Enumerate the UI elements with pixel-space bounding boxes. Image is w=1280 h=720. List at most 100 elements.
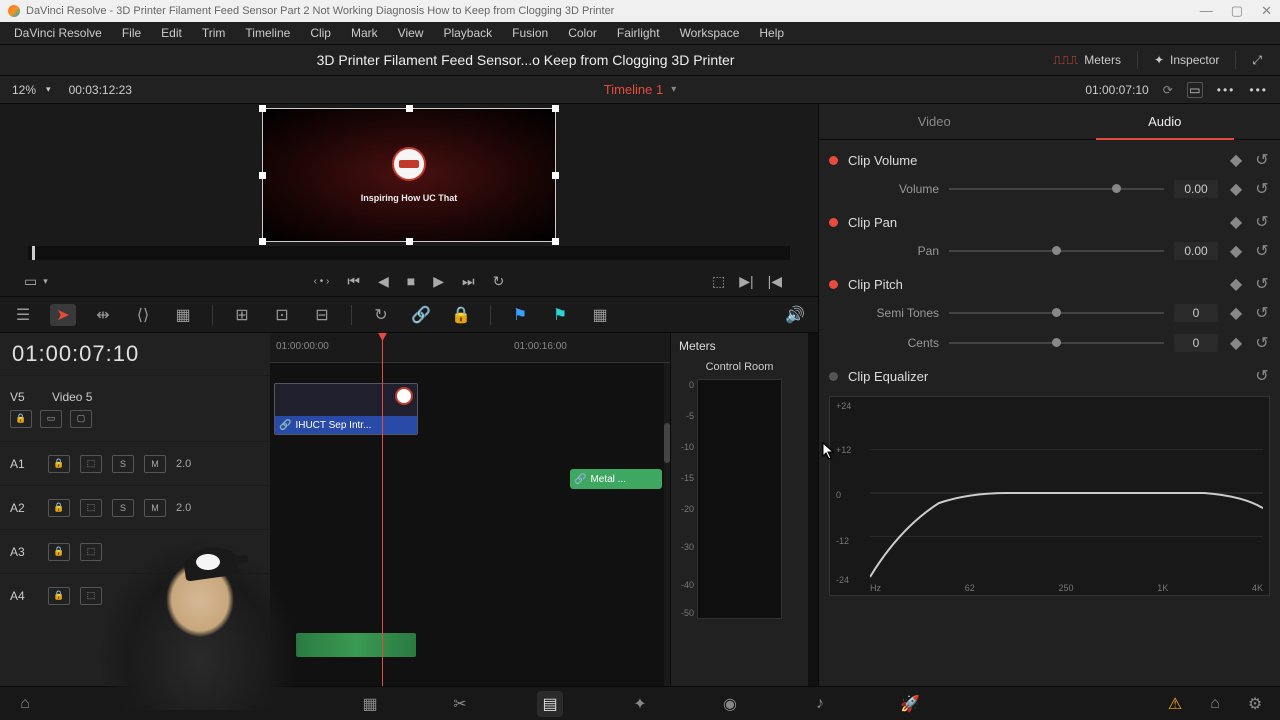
transform-handle[interactable] [552,238,559,245]
reset-icon[interactable]: ↺ [1254,305,1270,321]
track-lock-icon[interactable]: 🔒 [48,499,70,517]
expand-icon[interactable]: ⤢ [1242,50,1272,71]
track-record-icon[interactable]: ⬚ [80,543,102,561]
crop-icon[interactable]: ▭ [24,273,37,290]
transform-handle[interactable] [406,105,413,112]
transform-handle[interactable] [552,105,559,112]
insert-clip-icon[interactable]: ⊞ [229,304,255,326]
zoom-level[interactable]: 12% [12,83,36,97]
inspector-tab-audio[interactable]: Audio [1050,104,1280,139]
track-record-icon[interactable]: ⬚ [80,587,102,605]
fairlight-page-icon[interactable]: ♪ [807,691,833,717]
section-enable-dot[interactable] [829,156,838,165]
keyframe-icon[interactable]: ◆ [1228,276,1244,292]
track-lock-icon[interactable]: 🔒 [48,455,70,473]
media-page-icon[interactable]: ▦ [357,691,383,717]
timeline-scrollbar[interactable] [664,363,670,686]
viewer-scrubber[interactable] [28,246,790,260]
menu-mark[interactable]: Mark [341,26,388,40]
timeline-view-icon[interactable]: ☰ [10,304,36,326]
audio-waveform[interactable] [296,633,416,657]
arrow-tool-icon[interactable]: ➤ [50,304,76,326]
position-lock-icon[interactable]: 🔒 [448,304,474,326]
stop-button[interactable]: ■ [407,273,415,289]
single-viewer-icon[interactable]: ▭ [1187,82,1203,98]
audio-mute-icon[interactable]: 🔊 [782,304,808,326]
more-options-icon[interactable]: ••• [1249,83,1268,97]
track-mute-button[interactable]: M [144,499,166,517]
reset-icon[interactable]: ↺ [1254,214,1270,230]
menu-trim[interactable]: Trim [192,26,236,40]
track-visibility-icon[interactable]: ▢ [70,410,92,428]
section-enable-dot[interactable] [829,372,838,381]
track-header-a2[interactable]: A2 🔒 ⬚ S M 2.0 [0,485,270,529]
minimize-icon[interactable]: — [1200,3,1213,19]
retime-icon[interactable]: ↻ [368,304,394,326]
snap-icon[interactable]: ▦ [587,304,613,326]
track-header-v5[interactable]: V5 Video 5 🔒 ▭ ▢ [0,375,270,441]
match-frame-icon[interactable]: ⬚ [712,273,725,290]
timeline-ruler[interactable]: 01:00:00:00 01:00:16:00 [270,333,670,363]
section-enable-dot[interactable] [829,280,838,289]
inspector-toggle-button[interactable]: ✦ Inspector [1144,50,1229,70]
transform-handle[interactable] [552,172,559,179]
prev-marker-icon[interactable]: ‹ • › [314,276,330,287]
track-record-icon[interactable]: ⬚ [80,455,102,473]
last-frame-button[interactable]: ▶| [739,273,753,290]
transform-dropdown-icon[interactable]: ▾ [43,276,48,287]
video-clip[interactable]: 🔗 IHUCT Sep Intr... [274,383,418,435]
fusion-page-icon[interactable]: ✦ [627,691,653,717]
inspector-tab-video[interactable]: Video [819,104,1050,139]
audio-clip[interactable]: 🔗 Metal ... [570,469,662,489]
track-record-icon[interactable]: ⬚ [80,499,102,517]
cut-page-icon[interactable]: ✂ [447,691,473,717]
next-edit-button[interactable]: |◀ [768,273,782,290]
reset-icon[interactable]: ↺ [1254,368,1270,384]
track-solo-button[interactable]: S [112,455,134,473]
semitones-slider[interactable] [949,312,1164,314]
bypass-icon[interactable]: ⟳ [1163,83,1173,97]
track-solo-button[interactable]: S [112,499,134,517]
menu-workspace[interactable]: Workspace [670,26,750,40]
transform-handle[interactable] [259,105,266,112]
step-back-button[interactable]: ◀ [378,273,389,290]
play-button[interactable]: ▶ [433,273,444,290]
options-icon[interactable]: ••• [1217,83,1236,97]
timeline-dropdown-icon[interactable]: ▾ [671,84,676,95]
meters-toggle-button[interactable]: ⎍⎍⎍ Meters [1043,50,1131,71]
timeline-name[interactable]: Timeline 1 [604,82,663,97]
menu-playback[interactable]: Playback [433,26,502,40]
menu-file[interactable]: File [112,26,151,40]
scrubber-playhead[interactable] [32,246,35,260]
transform-handle[interactable] [259,172,266,179]
reset-icon[interactable]: ↺ [1254,335,1270,351]
maximize-icon[interactable]: ▢ [1231,3,1243,19]
blade-tool-icon[interactable]: ▦ [170,304,196,326]
link-icon[interactable]: 🔗 [408,304,434,326]
settings-icon[interactable]: ⚙ [1242,691,1268,717]
eq-graph[interactable]: +24 +12 0 -12 -24 [829,396,1270,596]
zoom-dropdown-icon[interactable]: ▾ [46,84,51,95]
semitones-value[interactable]: 0 [1174,304,1218,322]
deliver-page-icon[interactable]: 🚀 [897,691,923,717]
track-auto-select-icon[interactable]: ▭ [40,410,62,428]
menu-help[interactable]: Help [749,26,794,40]
keyframe-icon[interactable]: ◆ [1228,335,1244,351]
pan-value[interactable]: 0.00 [1174,242,1218,260]
track-lock-icon[interactable]: 🔒 [48,587,70,605]
timeline-playhead[interactable] [382,333,383,686]
dynamic-trim-icon[interactable]: ⟨⟩ [130,304,156,326]
keyframe-icon[interactable]: ◆ [1228,181,1244,197]
reset-icon[interactable]: ↺ [1254,152,1270,168]
section-enable-dot[interactable] [829,218,838,227]
replace-clip-icon[interactable]: ⊟ [309,304,335,326]
cents-value[interactable]: 0 [1174,334,1218,352]
first-frame-button[interactable]: ⏮ [347,273,360,290]
menu-fairlight[interactable]: Fairlight [607,26,670,40]
track-header-a3[interactable]: A3 🔒 ⬚ [0,529,270,573]
menu-davinci[interactable]: DaVinci Resolve [4,26,112,40]
track-mute-button[interactable]: M [144,455,166,473]
track-header-a4[interactable]: A4 🔒 ⬚ [0,573,270,617]
menu-color[interactable]: Color [558,26,607,40]
track-header-a1[interactable]: A1 🔒 ⬚ S M 2.0 [0,441,270,485]
